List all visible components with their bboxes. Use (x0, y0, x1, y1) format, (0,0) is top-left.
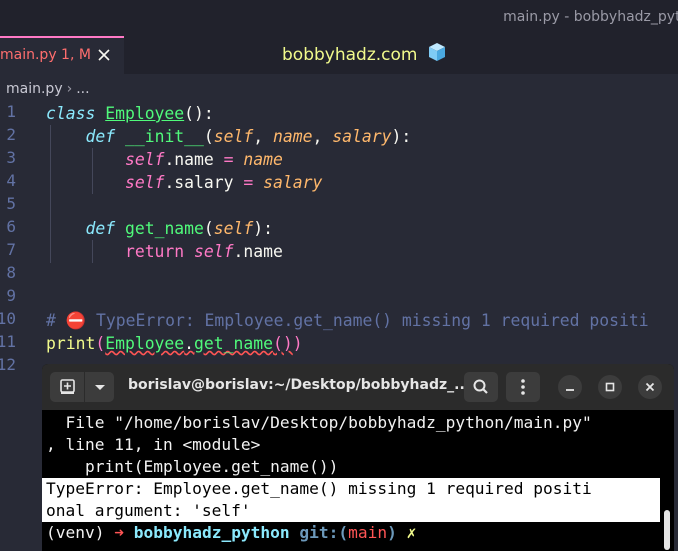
new-tab-icon[interactable] (50, 372, 84, 402)
code-line-3: self.name = name (46, 148, 283, 171)
breadcrumb-ellipsis[interactable]: ... (76, 81, 89, 97)
self-keyword: self (194, 242, 234, 261)
line-number: 12 (0, 355, 16, 374)
terminal-tab-buttons (50, 372, 114, 402)
terminal-header: borislav@borislav:~/Desktop/bobbyhadz_..… (42, 364, 674, 410)
punctuation: (): (184, 104, 214, 123)
code-line-7: return self.name (46, 240, 283, 263)
prompt-paren: ( (338, 523, 349, 542)
line-number: 8 (6, 263, 16, 282)
terminal-title: borislav@borislav:~/Desktop/bobbyhadz_..… (128, 377, 471, 393)
terminal-window[interactable]: borislav@borislav:~/Desktop/bobbyhadz_..… (42, 364, 674, 551)
site-title-text: bobbyhadz.com (282, 45, 418, 65)
menu-kebab-icon[interactable] (506, 372, 540, 402)
ice-cube-icon (427, 42, 447, 67)
punctuation: () (273, 334, 293, 353)
method-name: get_name (194, 334, 273, 353)
line-number: 6 (6, 217, 16, 236)
close-icon[interactable] (638, 375, 662, 399)
function-name: print (46, 334, 96, 353)
class-name: Employee (105, 334, 185, 353)
close-icon[interactable] (96, 44, 114, 66)
operator: = (223, 150, 234, 169)
parameter: self (213, 127, 254, 146)
line-number: 2 (6, 125, 16, 144)
terminal-line: print(Employee.get_name()) (46, 457, 339, 476)
class-name: Employee (105, 104, 185, 123)
tab-main-py[interactable]: main.py 1, M (0, 36, 124, 74)
comment: # ⛔️ TypeError: Employee.get_name() miss… (46, 311, 649, 330)
operator: = (243, 173, 254, 192)
self-keyword: self (124, 150, 165, 169)
minimize-icon[interactable] (558, 375, 582, 399)
prompt-branch: main (348, 523, 388, 542)
terminal-line: onal argument: 'self' (46, 501, 251, 520)
code-line-1: class Employee(): (46, 102, 214, 125)
terminal-scrollbar[interactable] (664, 510, 670, 550)
code-line-11: print(Employee.get_name()) (46, 332, 303, 355)
self-keyword: self (124, 173, 165, 192)
punctuation: , (253, 127, 274, 146)
attribute: .name (164, 150, 224, 169)
function-name: get_name (124, 219, 204, 238)
line-number: 9 (6, 286, 16, 305)
line-number: 5 (6, 194, 16, 213)
tab-bar: main.py 1, M bobbyhadz.com (0, 36, 678, 74)
parameter: name (243, 150, 283, 169)
prompt-venv: (venv) (46, 523, 105, 542)
breadcrumb[interactable]: main.py ›... (6, 81, 90, 97)
parameter: self (213, 219, 254, 238)
keyword: class (46, 104, 96, 123)
line-number: 3 (6, 148, 16, 167)
selected-error-line: onal argument: 'self' (42, 500, 660, 522)
code-line-6: def get_name(self): (46, 217, 273, 240)
prompt-arrow: ➜ (114, 523, 124, 542)
terminal-line: , line 11, in <module> (46, 435, 261, 454)
punctuation: ) (292, 334, 303, 353)
search-icon[interactable] (464, 372, 498, 402)
parameter: name (273, 127, 313, 146)
terminal-line: File "/home/borislav/Desktop/bobbyhadz_p… (46, 413, 592, 432)
chevron-down-icon[interactable] (84, 372, 114, 402)
line-number: 10 (0, 309, 16, 328)
code-line-2: def __init__(self, name, salary): (46, 125, 411, 148)
terminal-output[interactable]: File "/home/borislav/Desktop/bobbyhadz_p… (42, 410, 674, 551)
punctuation: ( (203, 127, 214, 146)
prompt-paren: ) (387, 523, 397, 542)
line-number: 4 (6, 171, 16, 190)
code-line-4: self.salary = salary (46, 171, 322, 194)
prompt-directory: bobbyhadz_python (133, 523, 290, 542)
parameter: salary (263, 173, 323, 192)
keyword: def (85, 127, 116, 146)
tab-label: main.py 1, M (0, 47, 91, 63)
chevron-right-icon: › (66, 81, 73, 97)
line-number: 1 (6, 102, 16, 121)
prompt-git: git: (299, 523, 339, 542)
maximize-icon[interactable] (598, 375, 622, 399)
attribute: .salary (164, 173, 244, 192)
code-line-10: # ⛔️ TypeError: Employee.get_name() miss… (46, 309, 649, 332)
punctuation: , (312, 127, 333, 146)
terminal-prompt[interactable]: (venv) ➜ bobbyhadz_python git:(main) ✗ (46, 522, 416, 544)
window-title: main.py - bobbyhadz_pytho (503, 9, 678, 25)
title-bar: main.py - bobbyhadz_pytho (0, 0, 678, 36)
punctuation: ( (95, 334, 106, 353)
line-number: 7 (6, 240, 16, 259)
line-number: 11 (0, 332, 16, 351)
function-name: __init__ (124, 127, 204, 146)
breadcrumb-file[interactable]: main.py (6, 81, 63, 97)
punctuation: ( (203, 219, 214, 238)
attribute: .name (233, 242, 283, 261)
punctuation: ): (253, 219, 274, 238)
selected-error-line: TypeError: Employee.get_name() missing 1… (42, 478, 660, 500)
parameter: salary (332, 127, 392, 146)
punctuation: ): (391, 127, 412, 146)
terminal-line: TypeError: Employee.get_name() missing 1… (46, 479, 592, 498)
keyword: def (85, 219, 116, 238)
keyword: return (124, 242, 185, 261)
punctuation: . (184, 334, 195, 353)
prompt-dirty-mark: ✗ (406, 523, 417, 542)
site-title: bobbyhadz.com (282, 42, 447, 67)
